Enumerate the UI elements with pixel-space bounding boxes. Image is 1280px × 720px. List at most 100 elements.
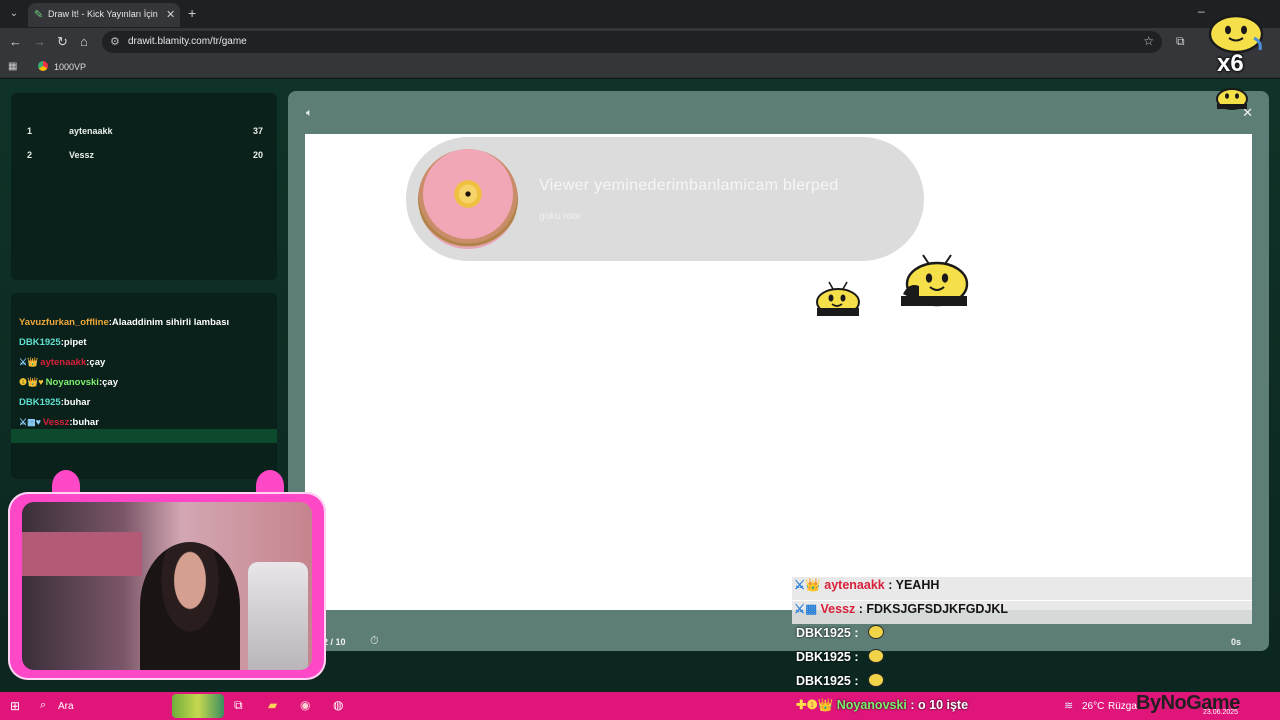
- overlay-chat-sep: :: [906, 698, 919, 712]
- home-icon[interactable]: ⌂: [80, 34, 88, 50]
- notification-subtitle: goku roar: [539, 211, 582, 222]
- overlay-chat-sep: :: [884, 578, 896, 592]
- bee-sticker-icon: [1208, 14, 1264, 54]
- bookmarks-bar: ▦ 1000VP: [0, 56, 1280, 78]
- overlay-chat-user: Vessz: [820, 602, 856, 616]
- bee-sticker-small-icon: [1216, 88, 1248, 110]
- browser-tab[interactable]: ✎ Draw It! - Kick Yayınları İçin Çiz ✕: [28, 3, 180, 27]
- bookmark-item[interactable]: 1000VP: [54, 62, 86, 72]
- overlay-chat-row: ⚔▦ Vessz : FDKSJGFSDJKFGDJKL: [792, 601, 1252, 624]
- weather-icon: ≋: [1064, 700, 1074, 712]
- leaderboard-row: 1 aytenaakk 37: [27, 126, 263, 140]
- leaderboard-row: 2 Vessz 20: [27, 150, 263, 164]
- bee-small-icon: [816, 281, 860, 316]
- chat-user[interactable]: aytenaakk: [40, 357, 86, 368]
- tab-close-icon[interactable]: ✕: [166, 8, 175, 21]
- tab-search-icon[interactable]: ⌄: [6, 6, 22, 22]
- url-text[interactable]: drawit.blamity.com/tr/game: [128, 36, 247, 47]
- overlay-chat-sep: :: [850, 674, 862, 688]
- site-info-icon[interactable]: ⚙: [110, 35, 120, 48]
- leaderboard-score: 20: [252, 150, 263, 160]
- overlay-chat-user: DBK1925: [796, 674, 851, 688]
- timer-icon: ⏱︎: [370, 635, 379, 647]
- forward-icon[interactable]: →: [33, 34, 46, 50]
- webcam-frame: [8, 492, 326, 680]
- overlay-chat-sep: :: [850, 626, 862, 640]
- task-view-icon[interactable]: ⧉: [234, 698, 243, 713]
- chat-text: pipet: [63, 337, 87, 348]
- chat-message: ⚔▦♥ Vessz:buhar: [19, 417, 99, 428]
- extensions-icon[interactable]: ⧉: [1176, 34, 1185, 49]
- webcam-video: [22, 502, 312, 670]
- time-remaining: 0s: [1231, 637, 1242, 647]
- bee-emote-icon: [868, 625, 884, 639]
- chat-text: buhar: [72, 417, 99, 428]
- taskbar-search-highlight: [172, 694, 224, 718]
- minimize-icon[interactable]: –: [1198, 4, 1205, 18]
- chat-text: çay: [89, 357, 106, 368]
- bee-large-icon: [901, 254, 969, 307]
- overlay-chat-text: o 10 işte: [918, 698, 969, 712]
- overlay-chat-user: DBK1925: [796, 626, 851, 640]
- new-tab-icon[interactable]: +: [188, 5, 196, 21]
- overlay-badge-icon: ⚔👑: [794, 578, 821, 592]
- chat-text: buhar: [63, 397, 91, 408]
- taskbar-search-label[interactable]: Ara: [58, 701, 74, 712]
- chat-badges-icon: ❶👑♥: [19, 377, 44, 387]
- apps-grid-icon[interactable]: ▦: [8, 61, 17, 72]
- file-explorer-icon[interactable]: ▰: [268, 698, 277, 712]
- screen: ⌄ ✎ Draw It! - Kick Yayınları İçin Çiz ✕…: [0, 0, 1280, 720]
- tab-favicon-icon: ✎: [34, 9, 44, 21]
- reload-icon[interactable]: ↻: [57, 34, 68, 50]
- webcam-streamer: [140, 542, 240, 670]
- overlay-chat-row: DBK1925 :: [792, 649, 884, 672]
- bookmark-star-icon[interactable]: ☆: [1143, 34, 1154, 48]
- overlay-chat-row: ✚❶👑 Noyanovski : o 10 işte: [792, 697, 968, 720]
- taskbar-search-icon[interactable]: ⌕: [40, 699, 46, 712]
- chat-badges-icon: ⚔👑: [19, 357, 39, 367]
- game-panel: 🔈︎ ✕ Viewer yeminederimbanlamicam blerpe…: [288, 91, 1269, 651]
- chat-user[interactable]: DBK1925: [19, 397, 61, 408]
- overlay-chat-sep: :: [850, 650, 862, 664]
- windows-taskbar: ⊞ ⌕ Ara ⧉ ▰ ◉ ◍ ≋ 26°C Rüzgar ByNoGame 2…: [0, 692, 1280, 720]
- chat-user[interactable]: Vessz: [43, 417, 69, 428]
- overlay-badge-icon: ⚔▦: [794, 602, 818, 616]
- overlay-chat-user: aytenaakk: [824, 578, 885, 592]
- blerp-notification: Viewer yeminederimbanlamicam blerped gok…: [406, 137, 924, 261]
- chat-highlight-bar: [11, 429, 277, 443]
- overlay-chat-text: YEAHH: [895, 578, 940, 592]
- chat-message: DBK1925:pipet: [19, 337, 87, 348]
- drawing-canvas[interactable]: Viewer yeminederimbanlamicam blerped gok…: [305, 134, 1252, 610]
- leaderboard-name: aytenaakk: [69, 126, 113, 136]
- overlay-chat-sep: :: [855, 602, 867, 616]
- chat-panel: Yavuzfurkan_offline:Alaaddinim sihirli l…: [11, 293, 277, 479]
- chat-text: çay: [102, 377, 118, 388]
- tab-title: Draw It! - Kick Yayınları İçin Çiz: [48, 9, 160, 19]
- notification-title: Viewer yeminederimbanlamicam blerped: [539, 177, 839, 194]
- chat-message: Yavuzfurkan_offline:Alaaddinim sihirli l…: [19, 317, 230, 328]
- browser-tabbar: ⌄ ✎ Draw It! - Kick Yayınları İçin Çiz ✕…: [0, 0, 1280, 28]
- chat-user[interactable]: DBK1925: [19, 337, 61, 348]
- address-bar[interactable]: ⚙ drawit.blamity.com/tr/game ☆: [102, 31, 1162, 53]
- webcam-chair: [248, 562, 308, 670]
- sound-icon[interactable]: 🔈︎: [306, 107, 313, 120]
- chat-user[interactable]: Yavuzfurkan_offline: [19, 317, 109, 328]
- leaderboard-name: Vessz: [69, 150, 95, 160]
- overlay-chat-row: ⚔👑 aytenaakk : YEAHH: [792, 577, 1252, 600]
- leaderboard-score: 37: [252, 126, 263, 136]
- webcam-shelf: [22, 532, 142, 576]
- webcam-overlay: [8, 470, 326, 682]
- taskbar-date: 23.06.2025: [1203, 709, 1239, 716]
- bee-emote-icon: [868, 649, 884, 663]
- chrome-icon[interactable]: ◉: [300, 698, 310, 712]
- chat-message: DBK1925:buhar: [19, 397, 91, 408]
- windows-start-icon[interactable]: ⊞: [10, 699, 20, 713]
- chat-message: ❶👑♥ Noyanovski:çay: [19, 377, 118, 388]
- app-icon[interactable]: ◍: [333, 698, 343, 712]
- overlay-chat-user: Noyanovski: [836, 698, 907, 712]
- blerp-sound-image: [418, 149, 518, 249]
- overlay-chat-text: FDKSJGFSDJKFGDJKL: [866, 602, 1009, 616]
- chat-badges-icon: ⚔▦♥: [19, 417, 41, 427]
- back-icon[interactable]: ←: [9, 34, 22, 50]
- chat-user[interactable]: Noyanovski: [46, 377, 99, 388]
